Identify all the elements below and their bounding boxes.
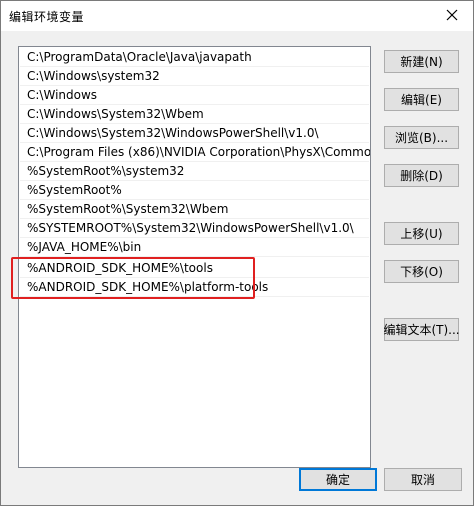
delete-button[interactable]: 删除(D) <box>384 164 459 187</box>
ok-button[interactable]: 确定 <box>299 468 377 491</box>
browse-button[interactable]: 浏览(B)... <box>384 126 459 149</box>
list-item[interactable]: %SystemRoot% <box>20 181 369 200</box>
list-item[interactable]: C:\Windows\System32\WindowsPowerShell\v1… <box>20 124 369 143</box>
list-item[interactable]: C:\Windows <box>20 86 369 105</box>
path-list[interactable]: C:\ProgramData\Oracle\Java\javapath C:\W… <box>18 46 371 468</box>
list-item[interactable]: C:\ProgramData\Oracle\Java\javapath <box>20 48 369 67</box>
list-item[interactable]: %ANDROID_SDK_HOME%\platform-tools <box>20 278 369 297</box>
list-item[interactable]: C:\Program Files (x86)\NVIDIA Corporatio… <box>20 143 370 162</box>
edit-button[interactable]: 编辑(E) <box>384 88 459 111</box>
edit-env-variable-dialog: 编辑环境变量 C:\ProgramData\Oracle\Java\javapa… <box>0 0 474 506</box>
cancel-button[interactable]: 取消 <box>384 468 462 491</box>
move-up-button[interactable]: 上移(U) <box>384 222 459 245</box>
list-item[interactable]: %SystemRoot%\System32\Wbem <box>20 200 369 219</box>
list-item[interactable]: C:\Windows\System32\Wbem <box>20 105 369 124</box>
list-item[interactable]: %SYSTEMROOT%\System32\WindowsPowerShell\… <box>20 219 369 238</box>
new-button[interactable]: 新建(N) <box>384 50 459 73</box>
window-title: 编辑环境变量 <box>9 10 85 24</box>
title-bar: 编辑环境变量 <box>1 1 473 31</box>
close-button[interactable] <box>437 4 467 26</box>
list-item[interactable]: %ANDROID_SDK_HOME%\tools <box>20 259 369 278</box>
close-icon <box>446 9 458 21</box>
move-down-button[interactable]: 下移(O) <box>384 260 459 283</box>
list-item[interactable]: %SystemRoot%\system32 <box>20 162 369 181</box>
list-item[interactable]: C:\Windows\system32 <box>20 67 369 86</box>
edit-text-button[interactable]: 编辑文本(T)... <box>383 318 460 341</box>
list-item[interactable]: %JAVA_HOME%\bin <box>20 238 369 257</box>
